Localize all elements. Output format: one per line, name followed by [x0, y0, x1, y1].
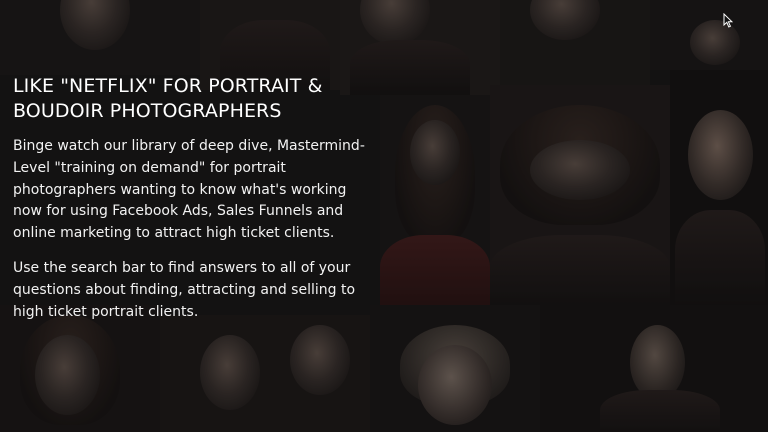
mouse-pointer-icon	[723, 13, 733, 28]
search-hint-paragraph: Use the search bar to find answers to al…	[13, 259, 356, 320]
page-title: LIKE "NETFLIX" FOR PORTRAIT & BOUDOIR PH…	[13, 75, 323, 122]
hero-text-block: LIKE "NETFLIX" FOR PORTRAIT & BOUDOIR PH…	[13, 74, 375, 336]
intro-paragraph: Binge watch our library of deep dive, Ma…	[13, 138, 365, 242]
